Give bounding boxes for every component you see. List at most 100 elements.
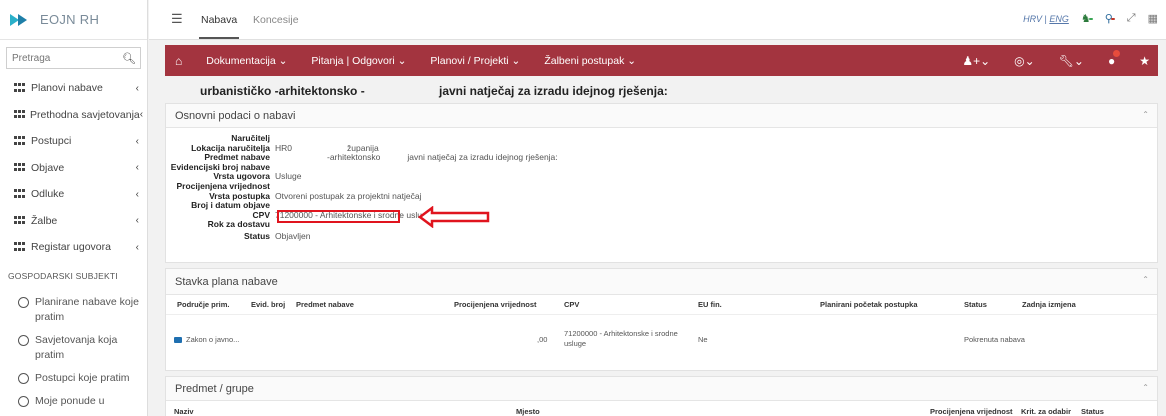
table-cell-podrucje[interactable]: Zakon o javno... bbox=[174, 335, 239, 344]
wrench-icon[interactable]: 🔧︎⌄ bbox=[1059, 54, 1084, 68]
info-row-status: Status Objavljen bbox=[166, 230, 1157, 242]
info-value: Objavljen bbox=[275, 230, 311, 241]
panel-title: Stavka plana nabave bbox=[175, 275, 278, 288]
column-header[interactable]: Procijenjena vrijednost bbox=[454, 300, 537, 309]
page-title-part1: urbanističko -arhitektonsko - bbox=[200, 84, 365, 98]
sidebar-item-planovi-nabave[interactable]: Planovi nabave ‹ bbox=[0, 75, 147, 102]
column-header[interactable]: Područje prim. bbox=[177, 300, 230, 309]
sidebar-item-savjetovanja[interactable]: Savjetovanja koja pratim bbox=[0, 329, 147, 367]
menu-toggle-icon[interactable]: ☰ bbox=[171, 11, 183, 27]
sidebar-item-planirane-nabave[interactable]: Planirane nabave koje pratim bbox=[0, 291, 147, 329]
table-header: Područje prim. Evid. broj Predmet nabave… bbox=[166, 295, 1157, 315]
language-hrv[interactable]: HRV bbox=[1023, 14, 1042, 24]
column-header[interactable]: Planirani početak postupka bbox=[820, 300, 918, 309]
sidebar-item-label: Odluke bbox=[31, 188, 65, 201]
column-header[interactable]: Procijenjena vrijednost bbox=[930, 407, 1013, 416]
column-header[interactable]: Status bbox=[1081, 407, 1104, 416]
logo-chevrons-icon bbox=[10, 12, 32, 28]
add-user-icon[interactable]: ♟+⌄ bbox=[962, 54, 990, 68]
apps-grid-icon[interactable]: ▦ bbox=[1148, 12, 1158, 25]
sidebar: EOJN RH 🔍︎ Planovi nabave ‹ Prethodna sa… bbox=[0, 0, 148, 416]
table-cell-cpv: 71200000 - Arhitektonske i srodne bbox=[564, 329, 678, 338]
sidebar-item-label: Moje ponude u bbox=[35, 394, 105, 407]
collapse-icon[interactable]: ⌃ bbox=[1142, 383, 1149, 392]
panel-heading[interactable]: Predmet / grupe ⌃ bbox=[166, 377, 1157, 401]
circle-icon bbox=[18, 334, 29, 346]
grid-icon bbox=[14, 215, 26, 226]
column-header[interactable]: Mjesto bbox=[516, 407, 540, 416]
page-title-part2: javni natječaj za izradu idejnog rješenj… bbox=[439, 84, 668, 98]
sidebar-item-moje-ponude[interactable]: Moje ponude u bbox=[0, 390, 147, 413]
panel-heading[interactable]: Stavka plana nabave ⌃ bbox=[166, 269, 1157, 295]
sidebar-item-label: Žalbe bbox=[31, 214, 58, 227]
grid-icon bbox=[14, 189, 26, 199]
sidebar-item-postupci-pratim[interactable]: Postupci koje pratim bbox=[0, 367, 147, 390]
collapse-icon[interactable]: ⌃ bbox=[1142, 110, 1149, 119]
menu-pitanja-odgovori[interactable]: Pitanja | Odgovori ⌄ bbox=[311, 55, 406, 67]
cell-text: Zakon o javno... bbox=[186, 335, 240, 344]
panel-heading[interactable]: Osnovni podaci o nabavi ⌃ bbox=[166, 104, 1157, 128]
circle-icon bbox=[18, 395, 29, 407]
table-row[interactable]: Zakon o javno... ,00 71200000 - Arhitekt… bbox=[166, 315, 1157, 367]
table-cell-cpv-line2: usluge bbox=[564, 339, 587, 348]
messages-icon[interactable]: ⚲ bbox=[1105, 12, 1115, 25]
search-box: 🔍︎ bbox=[6, 47, 141, 69]
menu-zalbeni-postupak[interactable]: Žalbeni postupak ⌄ bbox=[544, 55, 636, 67]
main-menu-bar: ⌂ Dokumentacija ⌄ Pitanja | Odgovori ⌄ P… bbox=[165, 45, 1158, 76]
info-label: Rok za dostavu bbox=[207, 219, 270, 230]
sidebar-item-zalbe[interactable]: Žalbe ‹ bbox=[0, 208, 147, 235]
circle-icon bbox=[18, 372, 29, 384]
highlight-box bbox=[277, 210, 400, 223]
top-right-tools: HRV | ENG ♞ ⚲ ⤢ ▦ bbox=[1023, 12, 1158, 25]
logo[interactable]: EOJN RH bbox=[0, 0, 147, 40]
column-header[interactable]: Zadnja izmjena bbox=[1022, 300, 1076, 309]
info-row-vrsta-postupka: Vrsta postupka Otvoreni postupak za proj… bbox=[166, 191, 1157, 202]
chevron-left-icon: ‹ bbox=[135, 215, 139, 227]
grid-icon bbox=[14, 83, 26, 93]
column-header[interactable]: Predmet nabave bbox=[296, 300, 354, 309]
column-header[interactable]: Krit. za odabir bbox=[1021, 407, 1071, 416]
language-eng[interactable]: ENG bbox=[1049, 14, 1069, 24]
annotation-arrow-icon bbox=[418, 206, 490, 228]
menu-planovi-projekti[interactable]: Planovi / Projekti ⌄ bbox=[430, 55, 520, 67]
info-row-lokacija: Lokacija naručitelja HR0 županija bbox=[166, 143, 1157, 154]
sidebar-item-odluke[interactable]: Odluke ‹ bbox=[0, 181, 147, 208]
tab-koncesije[interactable]: Koncesije bbox=[253, 14, 299, 26]
circle-icon bbox=[18, 296, 29, 308]
chevron-left-icon: ‹ bbox=[135, 162, 139, 174]
sidebar-item-registar-ugovora[interactable]: Registar ugovora ‹ bbox=[0, 234, 147, 261]
home-icon[interactable]: ⌂ bbox=[175, 54, 182, 68]
column-header[interactable]: Evid. broj bbox=[251, 300, 285, 309]
section-label-gospodarski-subjekti: GOSPODARSKI SUBJEKTI bbox=[8, 270, 118, 281]
top-bar: ☰ Nabava Koncesije HRV | ENG ♞ ⚲ ⤢ ▦ bbox=[149, 0, 1166, 40]
search-icon[interactable]: 🔍︎ bbox=[118, 52, 140, 65]
users-online-icon[interactable]: ♞ bbox=[1081, 12, 1093, 25]
info-value: -arhitektonsko bbox=[327, 152, 381, 163]
info-value: Usluge bbox=[275, 171, 302, 182]
info-row-vrsta-ugovora: Vrsta ugovora Usluge bbox=[166, 172, 1157, 182]
fullscreen-icon[interactable]: ⤢ bbox=[1127, 12, 1136, 25]
tab-nabava[interactable]: Nabava bbox=[198, 14, 240, 39]
sidebar-item-postupci[interactable]: Postupci ‹ bbox=[0, 128, 147, 155]
star-icon[interactable]: ★ bbox=[1139, 54, 1150, 68]
menu-right-icons: ♟+⌄ ◎⌄ 🔧︎⌄ ● ★ bbox=[962, 49, 1150, 68]
folder-icon bbox=[174, 337, 182, 344]
info-row-narucitelj: Naručitelj bbox=[166, 133, 1157, 144]
sidebar-item-label: Registar ugovora bbox=[31, 241, 111, 254]
search-input[interactable] bbox=[7, 52, 118, 64]
column-header[interactable]: Naziv bbox=[174, 407, 194, 416]
collapse-icon[interactable]: ⌃ bbox=[1142, 275, 1149, 284]
panel-predmet-grupe: Predmet / grupe ⌃ Naziv Mjesto Procijenj… bbox=[165, 376, 1158, 416]
eye-icon[interactable]: ◎⌄ bbox=[1014, 54, 1035, 68]
sidebar-item-label: Savjetovanja koja pratim bbox=[35, 333, 118, 361]
sidebar-item-label: Planirane nabave koje pratim bbox=[35, 295, 139, 323]
menu-dokumentacija[interactable]: Dokumentacija ⌄ bbox=[206, 55, 287, 67]
sidebar-item-prethodna-savjetovanja[interactable]: Prethodna savjetovanja ‹ bbox=[0, 102, 147, 129]
column-header[interactable]: Status bbox=[964, 300, 987, 309]
chevron-left-icon: ‹ bbox=[135, 82, 139, 94]
notifications-icon[interactable]: ● bbox=[1108, 49, 1121, 68]
info-row-evidencijski: Evidencijski broj nabave bbox=[166, 162, 1157, 173]
column-header[interactable]: EU fin. bbox=[698, 300, 722, 309]
sidebar-item-objave[interactable]: Objave ‹ bbox=[0, 155, 147, 182]
column-header[interactable]: CPV bbox=[564, 300, 579, 309]
